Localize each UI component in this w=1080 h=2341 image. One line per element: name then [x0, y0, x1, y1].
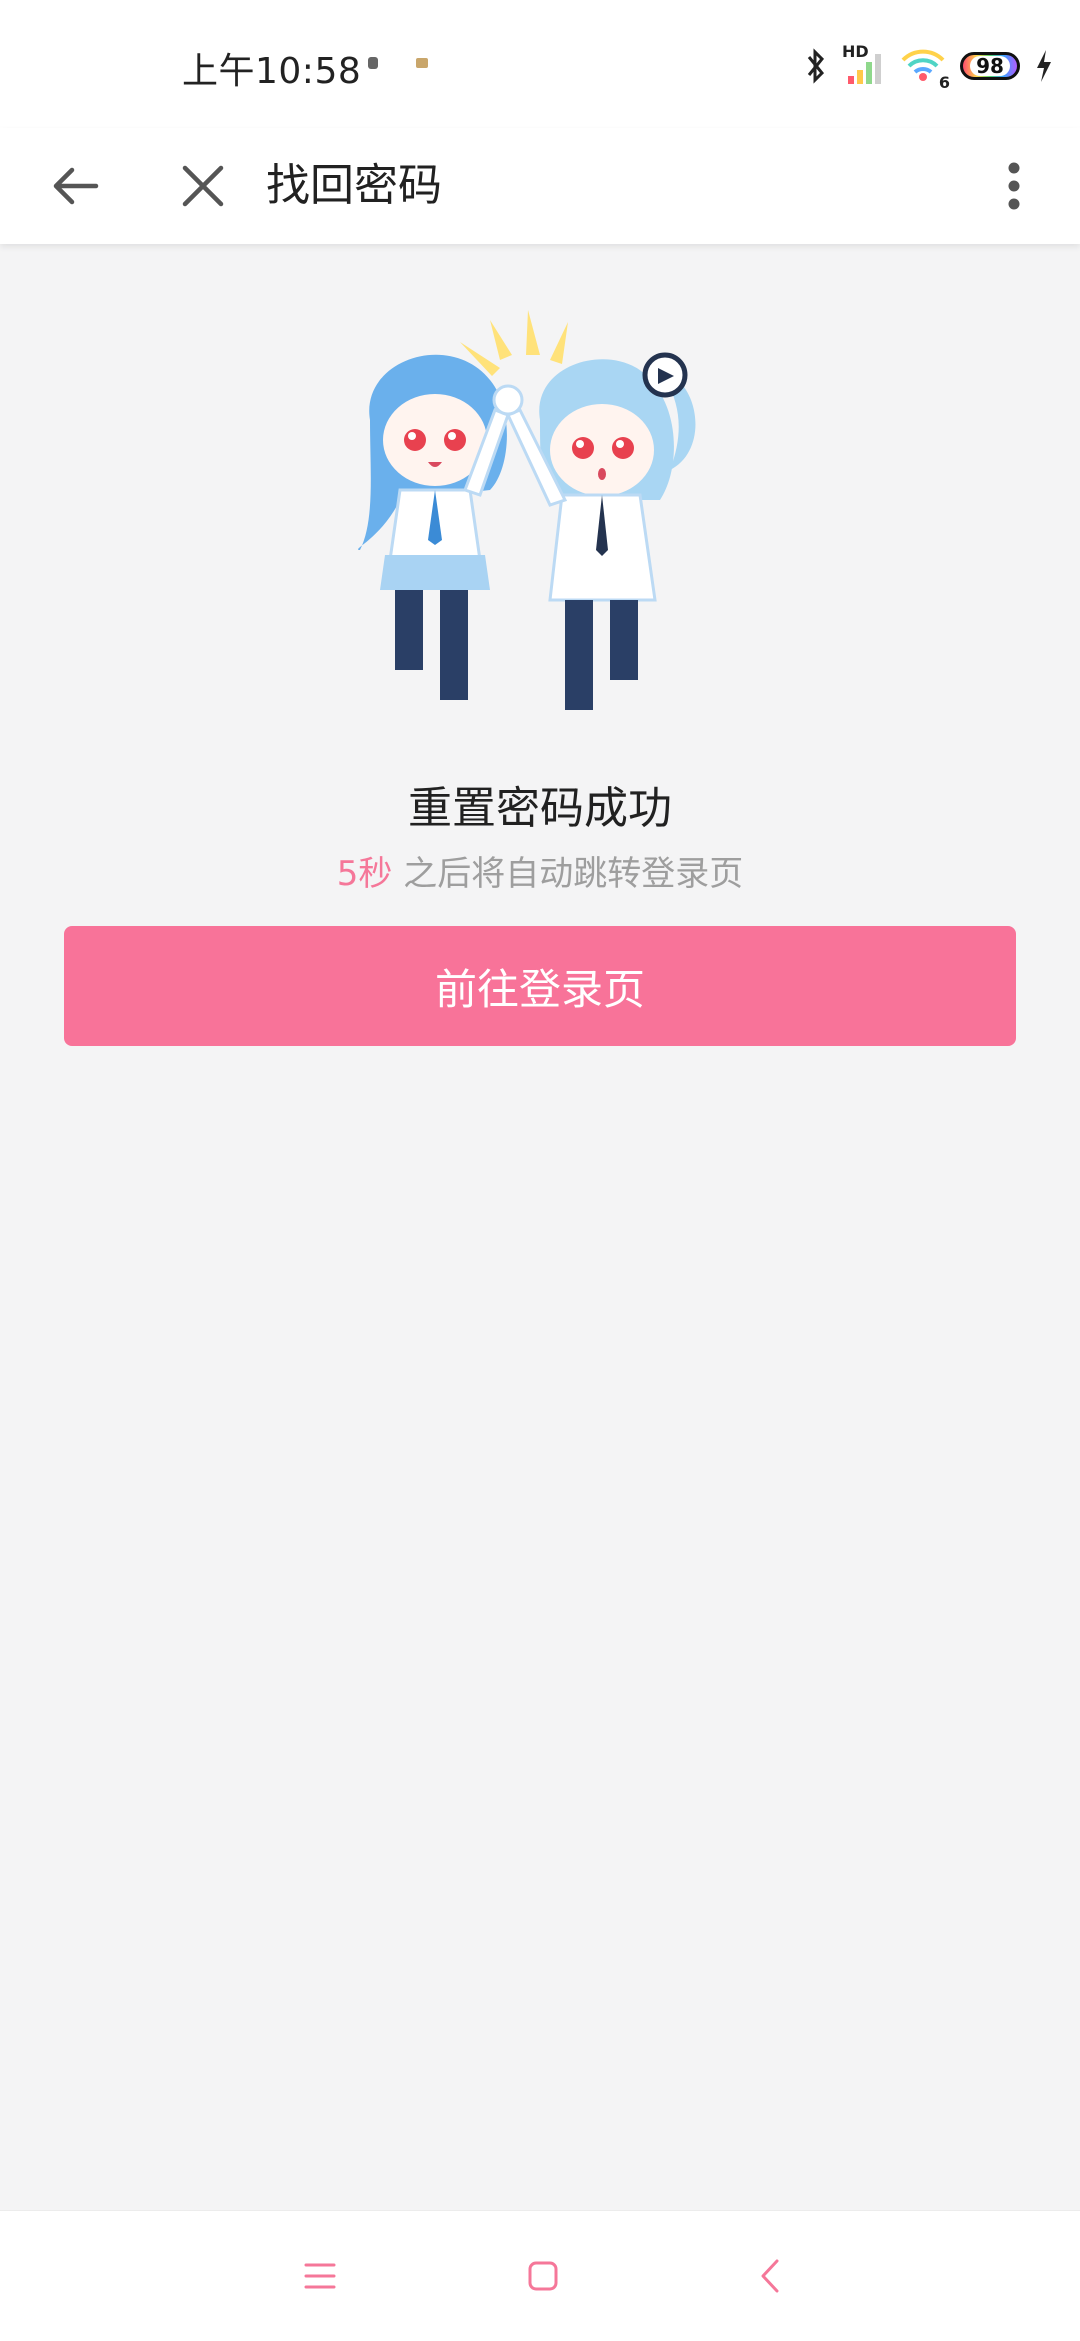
system-nav-bar — [0, 2210, 1080, 2341]
battery-level: 98 — [970, 56, 1010, 76]
more-vertical-icon — [1008, 162, 1020, 210]
status-icons: HD 6 98 — [804, 42, 1054, 92]
wifi-badge: 6 — [938, 73, 950, 92]
notification-icon-2 — [416, 58, 428, 68]
countdown-text: 5秒 之后将自动跳转登录页 — [0, 846, 1080, 895]
page-title: 找回密码 — [266, 160, 442, 211]
close-icon — [182, 165, 224, 207]
status-time: 上午10:58 — [182, 51, 362, 92]
back-button[interactable] — [28, 138, 124, 234]
recent-apps-button[interactable] — [280, 2236, 360, 2316]
status-bar: 上午10:58 HD 6 98 — [0, 0, 1080, 128]
success-mascot-illustration — [358, 310, 696, 710]
more-options-button[interactable] — [966, 138, 1062, 234]
countdown-message: 之后将自动跳转登录页 — [392, 854, 744, 894]
wifi-icon: 6 — [900, 46, 950, 92]
charging-icon — [1037, 50, 1051, 82]
go-to-login-button[interactable]: 前往登录页 — [64, 926, 1016, 1046]
home-square-icon — [528, 2261, 558, 2291]
countdown-number: 5秒 — [336, 854, 393, 894]
go-to-login-label: 前往登录页 — [434, 964, 645, 1014]
notification-icon — [368, 57, 378, 69]
home-button[interactable] — [503, 2236, 583, 2316]
back-arrow-icon — [53, 167, 99, 205]
app-bar: 找回密码 — [0, 128, 1080, 244]
bluetooth-icon — [807, 48, 825, 84]
menu-icon — [304, 2263, 336, 2289]
cell-signal-icon: HD — [842, 42, 886, 86]
close-button[interactable] — [155, 138, 251, 234]
battery-indicator: 98 — [960, 52, 1020, 80]
system-back-button[interactable] — [730, 2236, 810, 2316]
success-title: 重置密码成功 — [408, 783, 672, 834]
back-chevron-icon — [761, 2259, 779, 2293]
